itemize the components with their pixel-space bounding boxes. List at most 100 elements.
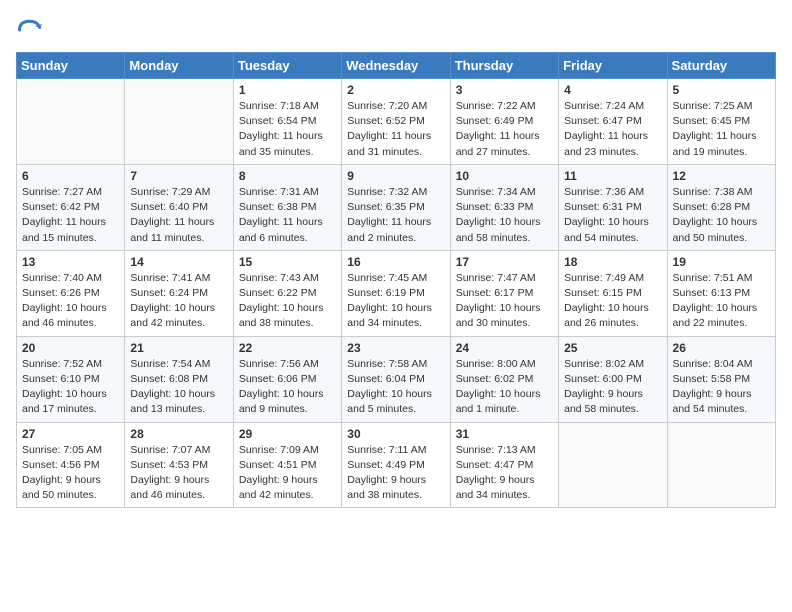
- calendar-cell: 21 Sunrise: 7:54 AMSunset: 6:08 PMDayligh…: [125, 336, 233, 422]
- day-info: Sunrise: 7:56 AMSunset: 6:06 PMDaylight:…: [239, 357, 336, 418]
- calendar-cell: [125, 79, 233, 165]
- day-number: 13: [22, 255, 119, 269]
- calendar-cell: 22Sunrise: 7:56 AMSunset: 6:06 PMDayligh…: [233, 336, 341, 422]
- day-number: 9: [347, 169, 444, 183]
- calendar-cell: 23 Sunrise: 7:58 AMSunset: 6:04 PMDayligh…: [342, 336, 450, 422]
- calendar-cell: 27 Sunrise: 7:05 AMSunset: 4:56 PMDayligh…: [17, 422, 125, 508]
- day-number: 3: [456, 83, 553, 97]
- calendar-week-row: 1 Sunrise: 7:18 AMSunset: 6:54 PMDaylight…: [17, 79, 776, 165]
- day-info: Sunrise: 7:41 AMSunset: 6:24 PMDaylight:…: [130, 271, 227, 332]
- calendar-cell: 6 Sunrise: 7:27 AMSunset: 6:42 PMDaylight…: [17, 164, 125, 250]
- day-number: 31: [456, 427, 553, 441]
- day-number: 24: [456, 341, 553, 355]
- day-number: 1: [239, 83, 336, 97]
- calendar-cell: 1 Sunrise: 7:18 AMSunset: 6:54 PMDaylight…: [233, 79, 341, 165]
- day-number: 27: [22, 427, 119, 441]
- day-info: Sunrise: 7:18 AMSunset: 6:54 PMDaylight:…: [239, 99, 336, 160]
- day-info: Sunrise: 7:13 AMSunset: 4:47 PMDaylight:…: [456, 443, 553, 504]
- day-number: 6: [22, 169, 119, 183]
- calendar-cell: 17 Sunrise: 7:47 AMSunset: 6:17 PMDayligh…: [450, 250, 558, 336]
- calendar-cell: 4 Sunrise: 7:24 AMSunset: 6:47 PMDaylight…: [559, 79, 667, 165]
- day-info: Sunrise: 7:24 AMSunset: 6:47 PMDaylight:…: [564, 99, 661, 160]
- calendar-cell: 20 Sunrise: 7:52 AMSunset: 6:10 PMDayligh…: [17, 336, 125, 422]
- day-info: Sunrise: 7:43 AMSunset: 6:22 PMDaylight:…: [239, 271, 336, 332]
- day-info: Sunrise: 7:11 AMSunset: 4:49 PMDaylight:…: [347, 443, 444, 504]
- calendar-cell: 19 Sunrise: 7:51 AMSunset: 6:13 PMDayligh…: [667, 250, 775, 336]
- day-number: 25: [564, 341, 661, 355]
- calendar-week-row: 20 Sunrise: 7:52 AMSunset: 6:10 PMDayligh…: [17, 336, 776, 422]
- day-number: 4: [564, 83, 661, 97]
- day-of-week-header: Wednesday: [342, 53, 450, 79]
- day-of-week-header: Tuesday: [233, 53, 341, 79]
- calendar-cell: 31 Sunrise: 7:13 AMSunset: 4:47 PMDayligh…: [450, 422, 558, 508]
- calendar-cell: 2 Sunrise: 7:20 AMSunset: 6:52 PMDaylight…: [342, 79, 450, 165]
- day-info: Sunrise: 7:47 AMSunset: 6:17 PMDaylight:…: [456, 271, 553, 332]
- calendar-cell: 15 Sunrise: 7:43 AMSunset: 6:22 PMDayligh…: [233, 250, 341, 336]
- day-info: Sunrise: 7:40 AMSunset: 6:26 PMDaylight:…: [22, 271, 119, 332]
- day-number: 21: [130, 341, 227, 355]
- day-info: Sunrise: 7:38 AMSunset: 6:28 PMDaylight:…: [673, 185, 770, 246]
- calendar-cell: 5Sunrise: 7:25 AMSunset: 6:45 PMDaylight…: [667, 79, 775, 165]
- day-info: Sunrise: 7:20 AMSunset: 6:52 PMDaylight:…: [347, 99, 444, 160]
- calendar-header-row: SundayMondayTuesdayWednesdayThursdayFrid…: [17, 53, 776, 79]
- calendar-cell: 14Sunrise: 7:41 AMSunset: 6:24 PMDayligh…: [125, 250, 233, 336]
- day-number: 30: [347, 427, 444, 441]
- day-info: Sunrise: 8:02 AMSunset: 6:00 PMDaylight:…: [564, 357, 661, 418]
- calendar-cell: 11 Sunrise: 7:36 AMSunset: 6:31 PMDayligh…: [559, 164, 667, 250]
- day-number: 23: [347, 341, 444, 355]
- day-number: 19: [673, 255, 770, 269]
- day-info: Sunrise: 7:05 AMSunset: 4:56 PMDaylight:…: [22, 443, 119, 504]
- calendar-cell: 26 Sunrise: 8:04 AMSunset: 5:58 PMDayligh…: [667, 336, 775, 422]
- calendar-cell: 18Sunrise: 7:49 AMSunset: 6:15 PMDayligh…: [559, 250, 667, 336]
- calendar-week-row: 27 Sunrise: 7:05 AMSunset: 4:56 PMDayligh…: [17, 422, 776, 508]
- day-info: Sunrise: 7:27 AMSunset: 6:42 PMDaylight:…: [22, 185, 119, 246]
- day-number: 26: [673, 341, 770, 355]
- calendar-cell: 9 Sunrise: 7:32 AMSunset: 6:35 PMDaylight…: [342, 164, 450, 250]
- day-of-week-header: Sunday: [17, 53, 125, 79]
- day-info: Sunrise: 7:58 AMSunset: 6:04 PMDaylight:…: [347, 357, 444, 418]
- calendar-week-row: 13 Sunrise: 7:40 AMSunset: 6:26 PMDayligh…: [17, 250, 776, 336]
- logo-icon: [16, 16, 44, 44]
- day-info: Sunrise: 7:09 AMSunset: 4:51 PMDaylight:…: [239, 443, 336, 504]
- day-info: Sunrise: 7:36 AMSunset: 6:31 PMDaylight:…: [564, 185, 661, 246]
- calendar-cell: 8 Sunrise: 7:31 AMSunset: 6:38 PMDaylight…: [233, 164, 341, 250]
- day-info: Sunrise: 7:52 AMSunset: 6:10 PMDaylight:…: [22, 357, 119, 418]
- calendar-cell: 24 Sunrise: 8:00 AMSunset: 6:02 PMDayligh…: [450, 336, 558, 422]
- calendar-cell: 25 Sunrise: 8:02 AMSunset: 6:00 PMDayligh…: [559, 336, 667, 422]
- calendar-cell: 13 Sunrise: 7:40 AMSunset: 6:26 PMDayligh…: [17, 250, 125, 336]
- day-number: 29: [239, 427, 336, 441]
- day-of-week-header: Monday: [125, 53, 233, 79]
- day-number: 20: [22, 341, 119, 355]
- day-info: Sunrise: 7:32 AMSunset: 6:35 PMDaylight:…: [347, 185, 444, 246]
- page-header: [16, 16, 776, 44]
- calendar-cell: [667, 422, 775, 508]
- calendar-cell: [17, 79, 125, 165]
- day-number: 2: [347, 83, 444, 97]
- day-info: Sunrise: 7:22 AMSunset: 6:49 PMDaylight:…: [456, 99, 553, 160]
- logo: [16, 16, 48, 44]
- day-number: 5: [673, 83, 770, 97]
- day-number: 17: [456, 255, 553, 269]
- day-of-week-header: Saturday: [667, 53, 775, 79]
- day-info: Sunrise: 7:29 AMSunset: 6:40 PMDaylight:…: [130, 185, 227, 246]
- day-info: Sunrise: 8:00 AMSunset: 6:02 PMDaylight:…: [456, 357, 553, 418]
- day-of-week-header: Friday: [559, 53, 667, 79]
- calendar-week-row: 6 Sunrise: 7:27 AMSunset: 6:42 PMDaylight…: [17, 164, 776, 250]
- calendar-cell: 29 Sunrise: 7:09 AMSunset: 4:51 PMDayligh…: [233, 422, 341, 508]
- day-number: 11: [564, 169, 661, 183]
- day-number: 28: [130, 427, 227, 441]
- day-of-week-header: Thursday: [450, 53, 558, 79]
- day-info: Sunrise: 7:54 AMSunset: 6:08 PMDaylight:…: [130, 357, 227, 418]
- day-number: 15: [239, 255, 336, 269]
- day-info: Sunrise: 7:31 AMSunset: 6:38 PMDaylight:…: [239, 185, 336, 246]
- day-info: Sunrise: 7:49 AMSunset: 6:15 PMDaylight:…: [564, 271, 661, 332]
- calendar-cell: 7Sunrise: 7:29 AMSunset: 6:40 PMDaylight…: [125, 164, 233, 250]
- day-number: 10: [456, 169, 553, 183]
- day-info: Sunrise: 7:51 AMSunset: 6:13 PMDaylight:…: [673, 271, 770, 332]
- calendar-cell: 10Sunrise: 7:34 AMSunset: 6:33 PMDayligh…: [450, 164, 558, 250]
- day-number: 8: [239, 169, 336, 183]
- calendar-cell: [559, 422, 667, 508]
- day-number: 16: [347, 255, 444, 269]
- calendar-cell: 12Sunrise: 7:38 AMSunset: 6:28 PMDayligh…: [667, 164, 775, 250]
- day-info: Sunrise: 8:04 AMSunset: 5:58 PMDaylight:…: [673, 357, 770, 418]
